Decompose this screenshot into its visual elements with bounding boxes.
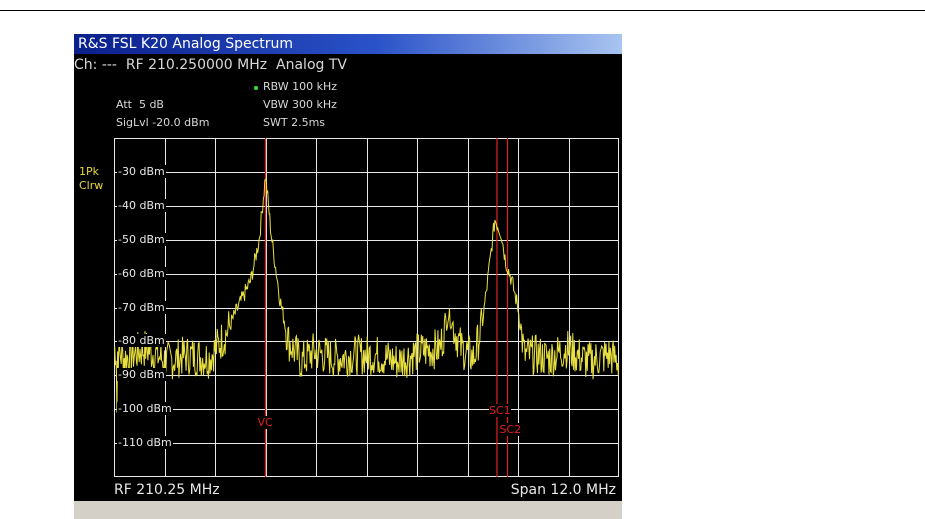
window-title: R&S FSL K20 Analog Spectrum [78,36,294,52]
plot-frame [114,138,619,477]
rbw-status-dot-icon [254,86,258,90]
y-tick-label: -50 dBm [117,232,166,246]
att-setting: Att 5 dB [116,98,164,111]
top-divider [0,10,925,11]
siglvl-setting: SigLvl -20.0 dBm [116,116,210,129]
y-tick-label: -100 dBm [117,402,173,416]
y-tick-label: -40 dBm [117,198,166,212]
swt-setting: SWT 2.5ms [263,116,326,129]
trace-mode: Clrw [79,179,104,192]
trace-detector: 1Pk [79,165,100,178]
marker-label-sc2: SC2 [499,423,522,436]
window-title-bar[interactable]: R&S FSL K20 Analog Spectrum [74,34,622,54]
spectrum-svg [114,138,619,477]
status-bar [74,501,622,519]
vbw-setting: VBW 300 kHz [263,98,337,111]
rbw-setting: RBW 100 kHz [263,80,338,93]
span-value: Span 12.0 MHz [510,482,616,498]
channel-info: Ch: --- RF 210.250000 MHz Analog TV [74,57,347,73]
y-tick-label: -110 dBm [117,436,173,450]
trace-line [114,176,619,413]
spectrum-plot[interactable]: -30 dBm -40 dBm -50 dBm -60 dBm -70 dBm -80 d… [114,138,619,477]
y-tick-label: -90 dBm [117,368,166,382]
marker-label-sc1: SC1 [488,404,511,417]
y-tick-label: -30 dBm [117,164,166,178]
center-frequency: RF 210.25 MHz [114,482,220,498]
y-tick-label: -80 dBm [117,334,166,348]
y-tick-label: -70 dBm [117,300,166,314]
y-tick-label: -60 dBm [117,266,166,280]
marker-label-vc: VC [257,416,273,429]
analyzer-window: R&S FSL K20 Analog Spectrum Ch: --- RF 2… [74,34,622,519]
trace-mode-label: 1Pk Clrw [79,165,103,193]
